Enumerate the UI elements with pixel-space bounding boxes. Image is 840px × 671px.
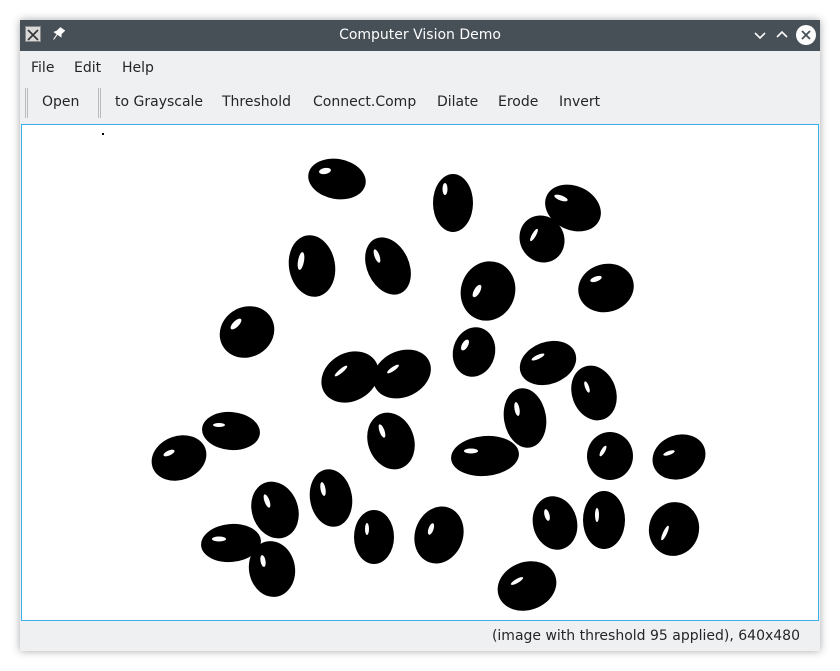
connected-components-button[interactable]: Connect.Comp xyxy=(313,94,416,110)
erode-button[interactable]: Erode xyxy=(498,94,538,110)
thresholded-image xyxy=(101,131,741,611)
menu-bar: File Edit Help xyxy=(20,51,820,83)
menu-edit[interactable]: Edit xyxy=(74,60,101,76)
open-button[interactable]: Open xyxy=(42,94,79,110)
invert-button[interactable]: Invert xyxy=(559,94,600,110)
title-bar[interactable]: Computer Vision Demo xyxy=(20,20,820,51)
status-bar: (image with threshold 95 applied), 640x4… xyxy=(20,621,820,651)
threshold-button[interactable]: Threshold xyxy=(222,94,291,110)
dilate-button[interactable]: Dilate xyxy=(437,94,478,110)
menu-help[interactable]: Help xyxy=(122,60,154,76)
status-text: (image with threshold 95 applied), 640x4… xyxy=(491,628,800,644)
app-window: Computer Vision Demo File Edit Help Open… xyxy=(20,20,820,651)
minimize-button[interactable] xyxy=(750,25,770,45)
menu-file[interactable]: File xyxy=(31,60,54,76)
toolbar-handle[interactable] xyxy=(98,88,101,118)
toolbar-handle[interactable] xyxy=(25,88,28,118)
image-view[interactable] xyxy=(21,124,819,621)
close-icon xyxy=(801,30,811,40)
maximize-button[interactable] xyxy=(772,25,792,45)
toolbar: Open to Grayscale Threshold Connect.Comp… xyxy=(20,83,820,123)
to-grayscale-button[interactable]: to Grayscale xyxy=(115,94,203,110)
close-button[interactable] xyxy=(796,25,816,45)
window-title: Computer Vision Demo xyxy=(339,27,501,43)
